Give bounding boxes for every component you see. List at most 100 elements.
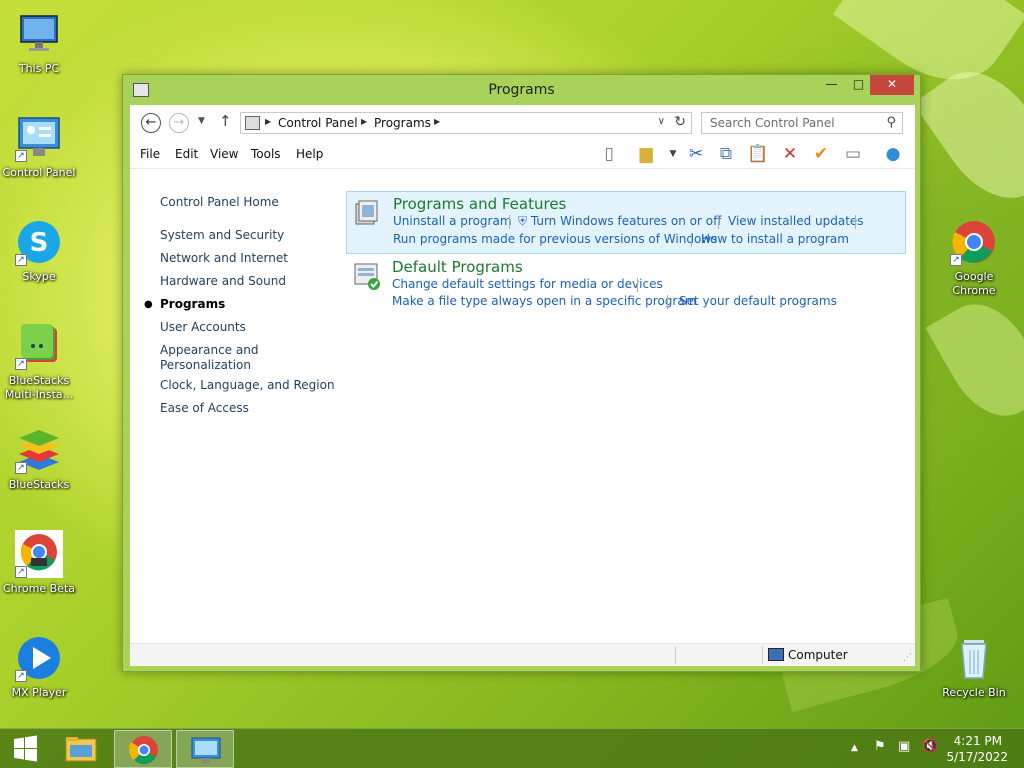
desktop-icon-chrome-beta[interactable]: ↗ Chrome Beta xyxy=(0,530,81,596)
desktop-icon-label: BlueStacks Multi-Insta... xyxy=(4,374,74,401)
folder-properties-icon[interactable]: ▆ xyxy=(635,143,657,165)
windows-logo-icon xyxy=(14,735,37,762)
desktop-icon-bluestacks[interactable]: ↗ BlueStacks xyxy=(0,426,81,492)
desktop-icon-skype[interactable]: S ↗ Skype xyxy=(0,218,81,284)
desktop-icon-google-chrome[interactable]: ↗ Google Chrome xyxy=(932,218,1016,298)
nav-hardware-sound[interactable]: Hardware and Sound xyxy=(160,274,286,289)
back-button[interactable]: ← xyxy=(141,113,161,133)
computer-icon xyxy=(15,10,63,58)
desktop-icon-label: BlueStacks xyxy=(8,478,70,491)
recent-locations-dropdown[interactable]: ▼ xyxy=(198,116,205,126)
menu-edit[interactable]: Edit xyxy=(175,147,198,161)
desktop-icon-label: Recycle Bin xyxy=(942,686,1006,699)
default-programs-title[interactable]: Default Programs xyxy=(392,258,523,276)
breadcrumb-chevron-icon[interactable]: ▶ xyxy=(265,117,271,126)
desktop-icon-recycle-bin[interactable]: Recycle Bin xyxy=(932,634,1016,700)
svg-text:S: S xyxy=(30,228,49,258)
forward-button[interactable]: → xyxy=(169,113,189,133)
control-panel-icon xyxy=(245,116,260,130)
desktop-icon-this-pc[interactable]: This PC xyxy=(0,10,81,76)
default-programs-category: Default Programs Change default settings… xyxy=(346,255,906,317)
volume-muted-icon[interactable]: 🔇 xyxy=(922,739,938,754)
properties-icon[interactable]: ▭ xyxy=(842,143,864,165)
desktop-icon-label: Chrome Beta xyxy=(2,582,75,595)
clock-date[interactable]: 5/17/2022 xyxy=(946,750,1008,764)
file-type-association-link[interactable]: Make a file type always open in a specif… xyxy=(392,294,696,308)
address-history-dropdown[interactable]: ∨ xyxy=(658,116,665,127)
taskbar-chrome[interactable] xyxy=(114,730,172,768)
taskbar-file-explorer[interactable] xyxy=(52,730,110,768)
taskbar-control-panel[interactable] xyxy=(176,730,234,768)
chrome-icon: ↗ xyxy=(950,218,998,266)
layout-pane-icon[interactable]: ▯ xyxy=(598,143,620,165)
title-bar[interactable]: Programs — □ ✕ xyxy=(123,75,920,105)
nav-programs-label: Programs xyxy=(160,297,226,311)
start-button[interactable] xyxy=(6,733,44,765)
nav-ease-of-access[interactable]: Ease of Access xyxy=(160,401,249,416)
computer-icon xyxy=(768,648,784,661)
refresh-icon[interactable]: ↻ xyxy=(674,114,686,130)
shortcut-arrow-icon: ↗ xyxy=(950,254,962,266)
recycle-bin-icon xyxy=(950,634,998,682)
address-row: ← → ▼ ↑ ▶ Control Panel ▶ Programs ▶ ∨ ↻… xyxy=(130,105,915,139)
nav-appearance-line2[interactable]: Personalization xyxy=(160,358,251,373)
desktop-icon-label: Skype xyxy=(22,270,56,283)
how-to-install-link[interactable]: How to install a program xyxy=(701,232,849,246)
address-bar[interactable]: ▶ Control Panel ▶ Programs ▶ ∨ ↻ xyxy=(240,112,692,134)
nav-clock-language-region[interactable]: Clock, Language, and Region xyxy=(160,378,335,393)
link-separator xyxy=(855,215,856,229)
mx-player-icon: ↗ xyxy=(15,634,63,682)
copy-icon[interactable]: ⧉ xyxy=(715,143,737,165)
change-default-media-link[interactable]: Change default settings for media or dev… xyxy=(392,277,663,291)
desktop-icon-mx-player[interactable]: ↗ MX Player xyxy=(0,634,81,700)
network-icon[interactable]: ▣ xyxy=(898,739,910,754)
shortcut-arrow-icon: ↗ xyxy=(15,462,27,474)
desktop-icon-bluestacks-multi[interactable]: ↗ BlueStacks Multi-Insta... xyxy=(0,322,81,402)
breadcrumb-control-panel[interactable]: Control Panel xyxy=(278,116,358,130)
set-default-programs-link[interactable]: Set your default programs xyxy=(679,294,837,308)
close-button[interactable]: ✕ xyxy=(870,75,914,95)
breadcrumb-chevron-icon[interactable]: ▶ xyxy=(361,117,367,126)
windows-features-link[interactable]: ⛨ Turn Windows features on or off xyxy=(518,214,721,229)
view-installed-updates-link[interactable]: View installed updates xyxy=(728,214,864,228)
delete-icon[interactable]: ✕ xyxy=(779,143,801,165)
minimize-button[interactable]: — xyxy=(818,75,845,95)
cut-icon[interactable]: ✂ xyxy=(685,143,707,165)
clock-time[interactable]: 4:21 PM xyxy=(954,734,1002,748)
window-client-area: ← → ▼ ↑ ▶ Control Panel ▶ Programs ▶ ∨ ↻… xyxy=(130,105,915,666)
programs-features-title[interactable]: Programs and Features xyxy=(393,195,566,213)
desktop-icon-label: MX Player xyxy=(11,686,67,699)
shortcut-arrow-icon: ↗ xyxy=(15,254,27,266)
maximize-button[interactable]: □ xyxy=(845,75,872,95)
run-previous-versions-link[interactable]: Run programs made for previous versions … xyxy=(393,232,717,246)
nav-user-accounts[interactable]: User Accounts xyxy=(160,320,246,335)
nav-appearance-line1[interactable]: Appearance and xyxy=(160,343,258,358)
breadcrumb-chevron-icon[interactable]: ▶ xyxy=(434,117,440,126)
uac-shield-icon: ⛨ xyxy=(518,214,528,228)
globe-icon[interactable]: ● xyxy=(882,143,904,165)
show-hidden-icons-chevron-icon[interactable]: ▲ xyxy=(851,743,858,753)
current-item-bullet-icon: ● xyxy=(144,299,153,310)
desktop-icon-control-panel[interactable]: ↗ Control Panel xyxy=(0,114,81,180)
paste-icon[interactable]: 📋 xyxy=(747,143,769,165)
nav-system-security[interactable]: System and Security xyxy=(160,228,284,243)
shortcut-arrow-icon: ↗ xyxy=(15,358,27,370)
menu-file[interactable]: File xyxy=(140,147,160,161)
search-icon[interactable]: ⚲ xyxy=(886,115,896,130)
nav-network-internet[interactable]: Network and Internet xyxy=(160,251,288,266)
chrome-icon xyxy=(128,736,158,765)
menu-tools[interactable]: Tools xyxy=(251,147,281,161)
desktop-icon-label: This PC xyxy=(18,62,60,75)
action-center-flag-icon[interactable]: ⚑ xyxy=(874,739,886,754)
control-panel-home-link[interactable]: Control Panel Home xyxy=(160,195,279,210)
menu-help[interactable]: Help xyxy=(296,147,323,161)
search-input[interactable]: Search Control Panel ⚲ xyxy=(701,112,903,134)
resize-grip-icon[interactable]: ⋰ xyxy=(903,653,912,663)
control-panel-window: Programs — □ ✕ ← → ▼ ↑ ▶ Control Panel ▶… xyxy=(122,74,921,672)
chevron-down-icon[interactable]: ▼ xyxy=(662,143,684,165)
up-button[interactable]: ↑ xyxy=(219,112,232,130)
uninstall-program-link[interactable]: Uninstall a program xyxy=(393,214,512,228)
checkmark-icon[interactable]: ✔ xyxy=(810,143,832,165)
menu-view[interactable]: View xyxy=(210,147,238,161)
breadcrumb-programs[interactable]: Programs xyxy=(374,116,431,130)
